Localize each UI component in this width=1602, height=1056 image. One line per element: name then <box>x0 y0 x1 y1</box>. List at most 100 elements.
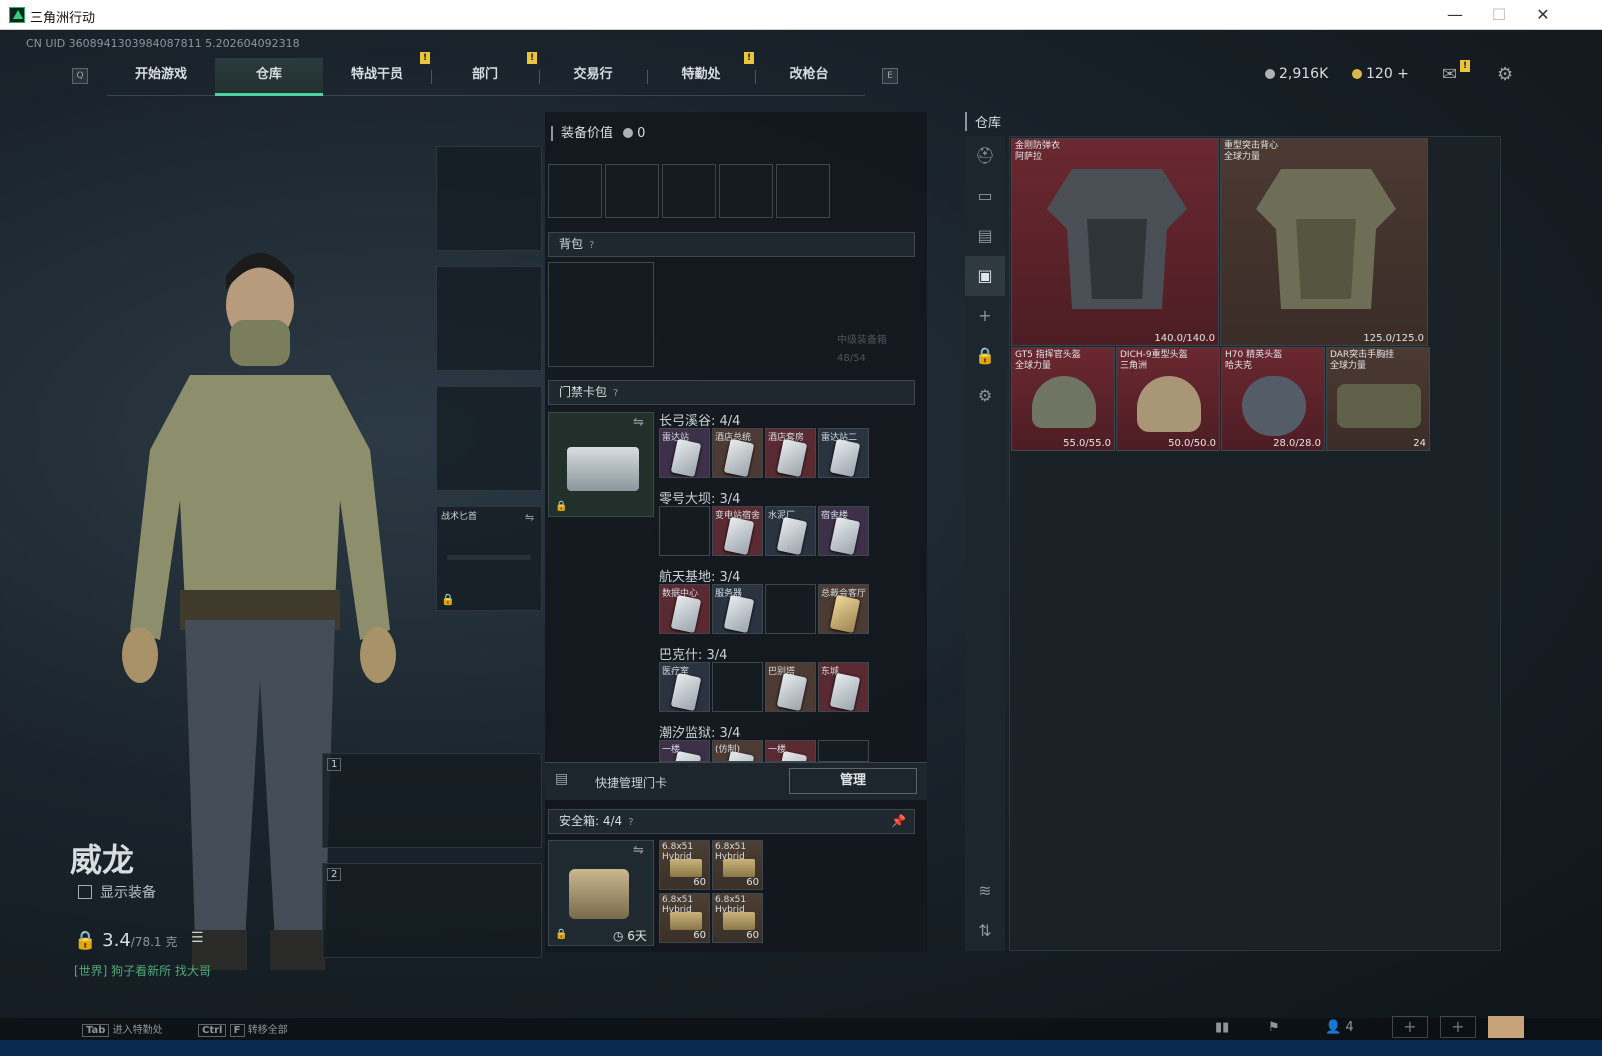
tab-market[interactable]: 交易行 <box>539 58 647 96</box>
gold-currency[interactable]: 120 + <box>1352 66 1409 82</box>
item-dich9-helmet[interactable]: DICH-9重型头盔 三角洲 50.0/50.0 <box>1116 347 1220 451</box>
ammo-stack[interactable]: 6.8x51 Hybrid 60 <box>712 840 763 890</box>
keycard-slot[interactable] <box>765 584 816 634</box>
pistol-slot[interactable] <box>436 386 542 491</box>
helmet-slot[interactable] <box>436 146 542 251</box>
safebox-timer: ◷ 6天 <box>613 929 647 943</box>
safebox-slot[interactable]: ⇋ 🔒 ◷ 6天 <box>548 840 654 946</box>
ammo-filter-icon[interactable]: ▤ <box>965 216 1005 256</box>
pocket-slot[interactable] <box>662 164 716 218</box>
keycard-icon <box>776 672 808 711</box>
safebox-icon <box>569 869 629 919</box>
keycard-slot[interactable]: 数据中心 <box>659 584 710 634</box>
item-h70-helmet[interactable]: H70 精英头盔 哈夫克 28.0/28.0 <box>1221 347 1325 451</box>
keycard-slot[interactable]: 一楼 <box>659 740 710 762</box>
keycard-slot[interactable]: 东城 <box>818 662 869 712</box>
melee-slot[interactable]: 战术匕首 ⇋ 🔒 <box>436 506 542 611</box>
safebox-header: 安全箱: 4/4? 📌 <box>548 809 915 834</box>
world-chat[interactable]: [世界] 狗子看新所 找大哥 <box>74 962 211 979</box>
tab-gunsmith[interactable]: 改枪台 <box>755 58 863 96</box>
tab-operators[interactable]: 特战干员 <box>323 58 431 96</box>
keycard-slot[interactable]: 雷达站二 <box>818 428 869 478</box>
backpack-slot[interactable] <box>548 262 654 367</box>
tab-shortcut[interactable]: Tab 进入特勤处 <box>82 1021 163 1037</box>
ammo-count: 60 <box>693 877 706 888</box>
close-button[interactable]: ✕ <box>1528 4 1558 26</box>
lock-icon[interactable]: 🔒 <box>965 336 1005 376</box>
loadout-panel: 装备价值 0 背包? 中级装备箱 48/54 门禁卡包? ⇋ 🔒 ▤ 快捷管理门卡… <box>545 112 927 952</box>
os-taskbar <box>0 1040 1602 1056</box>
flag-icon[interactable]: ⚑ <box>1268 1020 1280 1035</box>
swap-icon[interactable]: ⇋ <box>525 511 534 524</box>
warehouse-sidebar: ⛑ ▭ ▤ ▣ + 🔒 ⚙ ≋ ⇅ <box>965 136 1005 951</box>
settings-gear-icon[interactable]: ⚙ <box>1497 64 1513 85</box>
keycard-slot[interactable]: 变电站宿舍 <box>712 506 763 556</box>
pocket-slot[interactable] <box>605 164 659 218</box>
keycard-icon <box>776 438 808 477</box>
add-icon[interactable]: + <box>965 296 1005 336</box>
keycard-case[interactable]: ⇋ 🔒 <box>548 412 654 517</box>
weapon-filter-icon[interactable]: ▭ <box>965 176 1005 216</box>
swap-icon[interactable]: ⇋ <box>633 415 644 430</box>
invite-slot-button[interactable]: + <box>1440 1016 1476 1038</box>
invite-slot-button[interactable]: + <box>1392 1016 1428 1038</box>
item-heavy-vest[interactable]: 重型突击背心 全球力量 125.0/125.0 <box>1220 138 1428 346</box>
keycard-slot[interactable]: 雷达站 <box>659 428 710 478</box>
keycard-slot[interactable] <box>712 662 763 712</box>
keycard-slot[interactable] <box>818 740 869 762</box>
list-icon[interactable]: ☰ <box>191 930 204 946</box>
maximize-button[interactable]: ☐ <box>1484 4 1514 26</box>
armor-filter-icon[interactable]: ▣ <box>965 256 1005 296</box>
item-armor-vajra[interactable]: 金刚防弹衣 阿萨拉 140.0/140.0 <box>1011 138 1219 346</box>
transfer-all-shortcut[interactable]: Ctrl F 转移全部 <box>198 1021 288 1037</box>
pocket-slot[interactable] <box>548 164 602 218</box>
tab-department[interactable]: 部门 <box>431 58 539 96</box>
tab-start-game[interactable]: 开始游戏 <box>107 58 215 96</box>
helmet-filter-icon[interactable]: ⛑ <box>965 136 1005 176</box>
armor-slot[interactable] <box>436 266 542 371</box>
pocket-slot[interactable] <box>719 164 773 218</box>
ammo-stack[interactable]: 6.8x51 Hybrid 60 <box>659 893 710 943</box>
keycard-slot[interactable]: 宿舍楼 <box>818 506 869 556</box>
keycard-slot[interactable]: 总裁会客厅 <box>818 584 869 634</box>
keycard-slot[interactable]: (仿制) <box>712 740 763 762</box>
pin-icon: 📌 <box>891 814 906 828</box>
keycard-slot[interactable]: 一楼 <box>765 740 816 762</box>
tab-warehouse[interactable]: 仓库 <box>215 58 323 96</box>
player-avatar[interactable] <box>1488 1016 1524 1038</box>
show-equip-toggle[interactable]: 显示装备 <box>78 882 156 902</box>
sort-icon[interactable]: ⇅ <box>965 911 1005 951</box>
keycard-slot[interactable]: 酒店套房 <box>765 428 816 478</box>
keycard-icon <box>776 516 808 555</box>
keycard-icon <box>829 594 861 633</box>
item-dar-chest-rig[interactable]: DAR突击手胸挂 全球力量 24 <box>1326 347 1430 451</box>
silver-currency[interactable]: 2,916K <box>1265 66 1328 82</box>
keycard-slot[interactable]: 酒店总统 <box>712 428 763 478</box>
minimize-button[interactable]: — <box>1440 4 1470 26</box>
pocket-slot[interactable] <box>776 164 830 218</box>
mail-icon[interactable]: ✉ <box>1442 64 1457 85</box>
layers-icon[interactable]: ≋ <box>965 871 1005 911</box>
team-icon[interactable]: 👤 4 <box>1325 1020 1354 1035</box>
ammo-stack[interactable]: 6.8x51 Hybrid 60 <box>659 840 710 890</box>
keycard-slot[interactable]: 医疗室 <box>659 662 710 712</box>
keycard-slot[interactable]: 巴别塔 <box>765 662 816 712</box>
settings-icon[interactable]: ⚙ <box>965 376 1005 416</box>
item-gt5-helmet[interactable]: GT5 指挥官头盔 全球力量 55.0/55.0 <box>1011 347 1115 451</box>
stats-icon[interactable]: ▮▮ <box>1215 1020 1229 1035</box>
keycard-slot[interactable]: 水泥厂 <box>765 506 816 556</box>
swap-icon[interactable]: ⇋ <box>633 843 644 858</box>
tab-special-ops[interactable]: 特勤处 <box>647 58 755 96</box>
keycard-slot[interactable] <box>659 506 710 556</box>
keycard-group-label: 零号大坝: 3/4 <box>659 492 741 507</box>
nav-left-key: Q <box>72 68 88 84</box>
carry-weight: 🔒 3.4/78.1 克 <box>74 930 178 951</box>
app-logo-icon <box>9 7 25 23</box>
keycard-slot[interactable]: 服务器 <box>712 584 763 634</box>
primary-weapon-slot-2[interactable]: 2 <box>322 863 542 958</box>
manage-button[interactable]: 管理 <box>789 768 917 794</box>
keycard-case-icon <box>567 447 639 491</box>
ammo-stack[interactable]: 6.8x51 Hybrid 60 <box>712 893 763 943</box>
primary-weapon-slot-1[interactable]: 1 <box>322 753 542 848</box>
ammo-count: 60 <box>746 877 759 888</box>
